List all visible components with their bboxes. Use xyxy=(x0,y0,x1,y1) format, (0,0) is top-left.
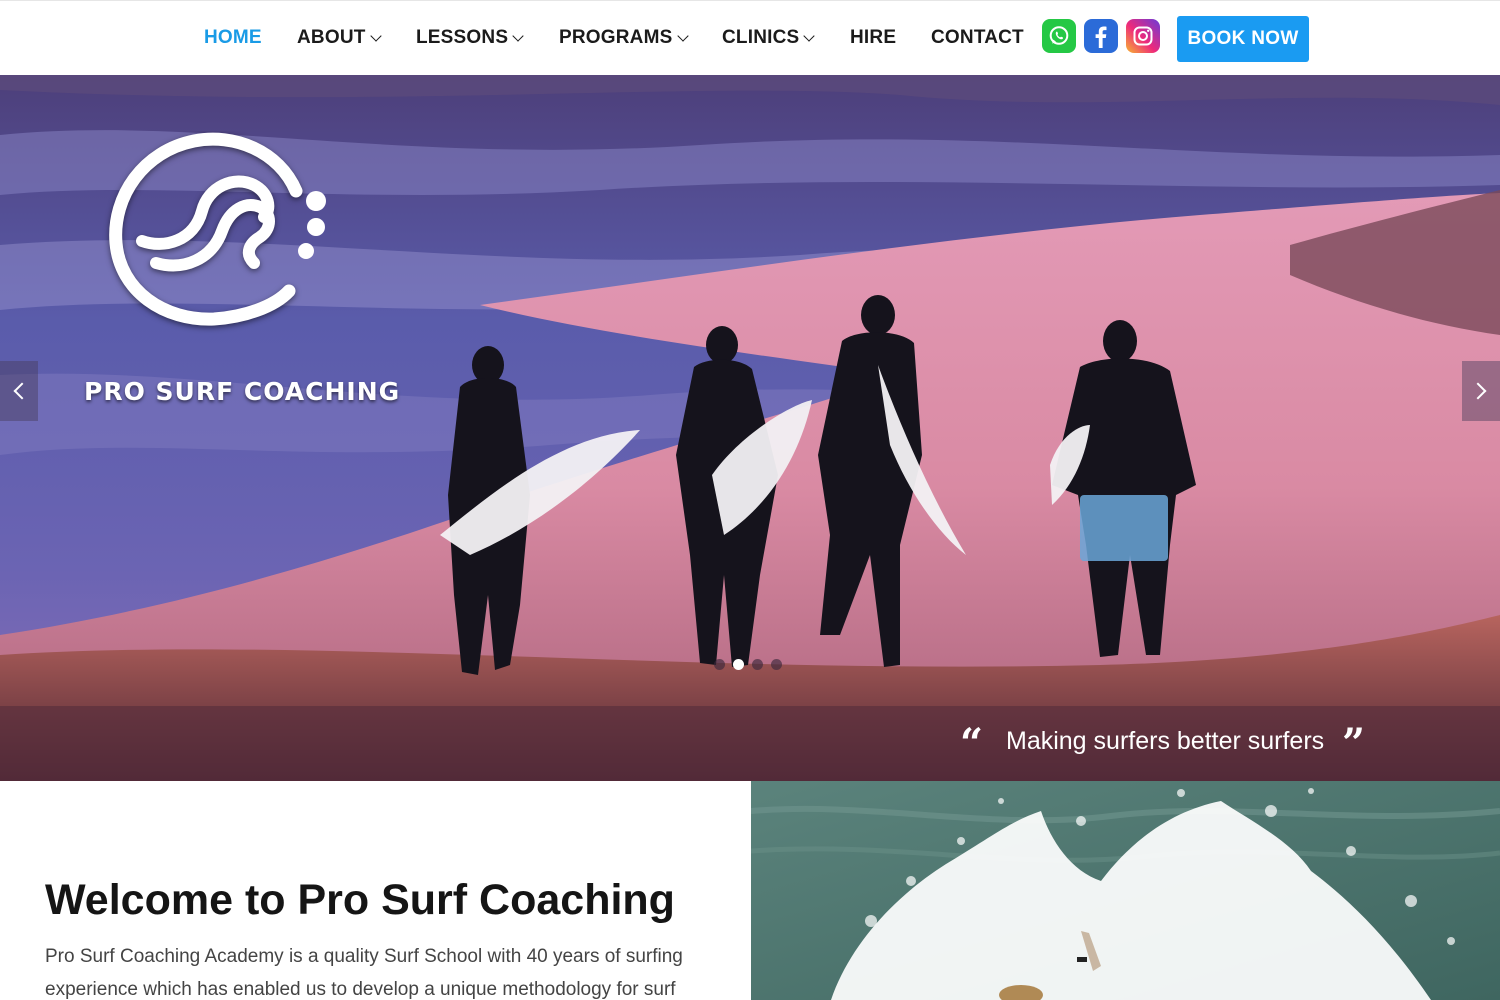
slider-dot-1[interactable] xyxy=(714,659,725,670)
nav-lessons-label: LESSONS xyxy=(416,27,509,48)
chevron-left-icon xyxy=(13,382,31,400)
brand-name: PRO SURF COACHING xyxy=(84,377,401,406)
facebook-icon[interactable] xyxy=(1084,19,1118,53)
nav-programs[interactable]: PROGRAMS xyxy=(559,27,689,49)
chevron-right-icon xyxy=(1469,382,1487,400)
wave-logo-icon xyxy=(109,132,326,326)
surfer-splash-image xyxy=(751,781,1500,1000)
hero-slider: PRO SURF COACHING “ Making surfers bette… xyxy=(0,75,1500,781)
slider-dots xyxy=(714,659,782,670)
chevron-down-icon xyxy=(676,30,689,42)
slider-prev-button[interactable] xyxy=(0,361,38,421)
surfing-photo xyxy=(751,781,1500,1000)
slider-dot-3[interactable] xyxy=(752,659,763,670)
nav-hire[interactable]: HIRE xyxy=(850,27,896,49)
slider-dot-2[interactable] xyxy=(733,659,744,670)
hero-quote-bar: “ Making surfers better surfers ” xyxy=(0,706,1500,781)
nav-home[interactable]: HOME xyxy=(204,27,262,49)
instagram-icon[interactable] xyxy=(1126,19,1160,53)
whatsapp-icon[interactable] xyxy=(1042,19,1076,53)
chevron-down-icon xyxy=(803,30,816,42)
nav-contact[interactable]: CONTACT xyxy=(931,27,1024,49)
top-navbar: HOME ABOUT LESSONS PROGRAMS CLINICS HIRE… xyxy=(0,0,1500,75)
slider-dot-4[interactable] xyxy=(771,659,782,670)
nav-programs-label: PROGRAMS xyxy=(559,27,673,48)
nav-home-label: HOME xyxy=(204,27,262,48)
nav-clinics[interactable]: CLINICS xyxy=(722,27,816,49)
nav-clinics-label: CLINICS xyxy=(722,27,800,48)
hero-quote-text: Making surfers better surfers xyxy=(1006,727,1325,755)
quote-close-icon: ” xyxy=(1342,720,1366,767)
quote-open-icon: “ xyxy=(960,720,984,767)
book-now-label: BOOK NOW xyxy=(1187,28,1299,49)
nav-about[interactable]: ABOUT xyxy=(297,27,382,49)
brand-logo[interactable]: PRO SURF COACHING xyxy=(84,131,399,406)
chevron-down-icon xyxy=(369,30,382,42)
nav-contact-label: CONTACT xyxy=(931,27,1024,48)
welcome-heading: Welcome to Pro Surf Coaching xyxy=(45,876,675,924)
nav-about-label: ABOUT xyxy=(297,27,366,48)
slider-next-button[interactable] xyxy=(1462,361,1500,421)
nav-lessons[interactable]: LESSONS xyxy=(416,27,524,49)
book-now-button[interactable]: BOOK NOW xyxy=(1177,16,1309,62)
chevron-down-icon xyxy=(512,30,524,42)
nav-hire-label: HIRE xyxy=(850,27,897,48)
welcome-paragraph: Pro Surf Coaching Academy is a quality S… xyxy=(45,946,683,1000)
